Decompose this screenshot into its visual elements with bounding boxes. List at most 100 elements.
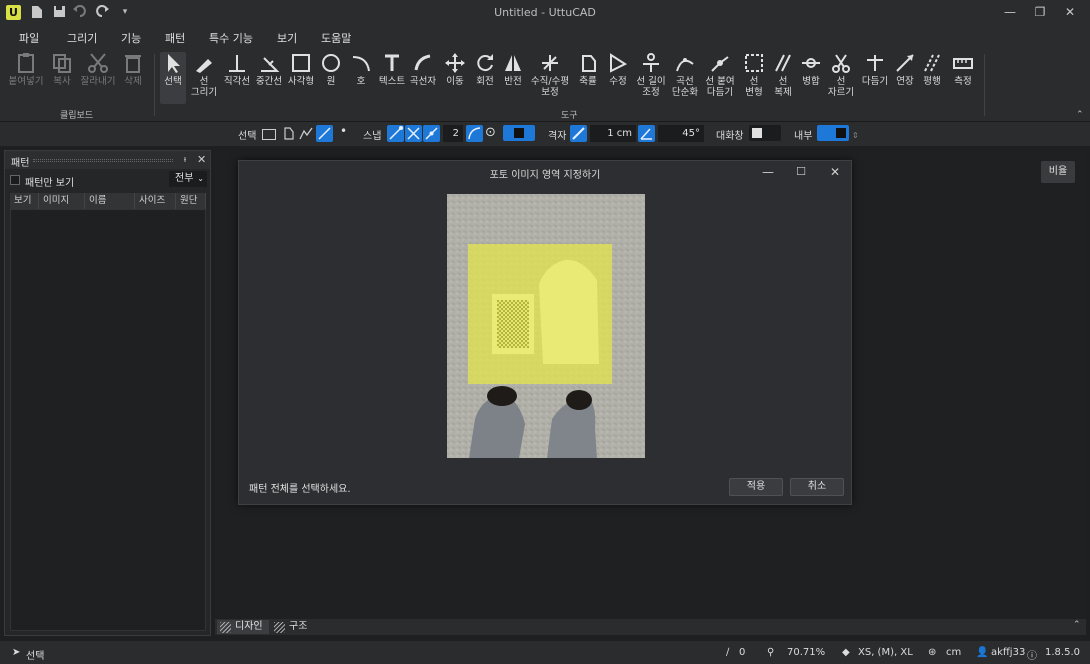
tool-parallel-button[interactable]: 평행 <box>920 52 944 87</box>
size-icon: ◆ <box>842 647 850 658</box>
tabs-collapse-icon[interactable]: ⌃ <box>1073 620 1081 630</box>
copy-button[interactable]: 복사 <box>48 52 76 87</box>
tool-curve-ruler-button[interactable]: 곡선자 <box>408 52 438 87</box>
image-select-icon[interactable] <box>262 129 276 140</box>
grid-size-field[interactable]: 1 cm <box>590 125 636 142</box>
tool-label: 텍스트 <box>378 76 406 87</box>
apply-button[interactable]: 적용 <box>729 478 783 496</box>
column-image[interactable]: 이미지 <box>39 193 85 209</box>
tool-right-angle-button[interactable]: 직각선 <box>222 52 252 87</box>
merge-icon <box>802 58 820 68</box>
menu-draw[interactable]: 그리기 <box>67 30 98 50</box>
tool-line-copy-button[interactable]: 선 복제 <box>770 52 796 98</box>
grid-toggle[interactable] <box>570 125 587 142</box>
cut-button[interactable]: 잘라내기 <box>78 52 118 87</box>
tool-line-cut-button[interactable]: 선 자르기 <box>826 52 856 98</box>
zoom-level[interactable]: 70.71% <box>787 647 825 658</box>
tool-scale-button[interactable]: 축률 <box>575 52 601 87</box>
tool-line-transform-button[interactable]: 선 변형 <box>740 52 768 98</box>
cursor-icon: ➤ <box>12 647 21 658</box>
tool-move-button[interactable]: 이동 <box>442 52 468 87</box>
menu-function[interactable]: 기능 <box>121 30 141 46</box>
size-list[interactable]: XS, (M), XL <box>858 647 913 658</box>
column-fabric[interactable]: 원단 <box>176 193 206 209</box>
dialog-minimize-icon[interactable]: — <box>755 163 781 181</box>
column-view[interactable]: 보기 <box>10 193 39 209</box>
tool-merge-button[interactable]: 병합 <box>800 52 822 87</box>
zoom-icon: ⚲ <box>767 647 775 658</box>
photo-preview[interactable] <box>447 194 645 458</box>
tool-midline-button[interactable]: 중간선 <box>254 52 284 87</box>
angle-field[interactable]: 45° <box>658 125 704 142</box>
tool-measure-button[interactable]: 측정 <box>950 52 976 87</box>
inner-label: 내부 <box>794 131 813 142</box>
column-size[interactable]: 사이즈 <box>135 193 176 209</box>
delete-button[interactable]: 삭제 <box>120 52 146 87</box>
column-name[interactable]: 이름 <box>85 193 135 209</box>
tool-label-line2: 단순화 <box>671 87 699 98</box>
tool-rectangle-button[interactable]: 사각형 <box>286 52 316 87</box>
close-icon[interactable]: ✕ <box>1058 3 1082 21</box>
snap-endpoint-toggle[interactable] <box>387 125 404 142</box>
snap-center-icon[interactable]: ⊙ <box>485 125 496 140</box>
tool-label-line2: 보정 <box>541 87 559 98</box>
panel-close-icon[interactable]: ✕ <box>197 153 206 166</box>
pattern-filter-select[interactable]: 전부 ⌄ <box>169 171 207 187</box>
ribbon-collapse-icon[interactable]: ⌃ <box>1076 110 1084 120</box>
tool-trim-button[interactable]: 다듬기 <box>860 52 890 87</box>
panel-grip[interactable] <box>33 159 173 162</box>
minimize-icon[interactable]: — <box>998 3 1022 21</box>
user-name[interactable]: akffj33 <box>991 647 1025 658</box>
tool-extend-button[interactable]: 연장 <box>893 52 917 87</box>
tool-label: 곡선자 <box>409 76 437 87</box>
pin-icon[interactable]: ᵼ <box>184 154 186 165</box>
dialog-close-icon[interactable]: ✕ <box>822 163 848 181</box>
tool-edit-button[interactable]: 수정 <box>606 52 630 87</box>
show-pattern-only-checkbox[interactable] <box>10 175 20 185</box>
pattern-list[interactable] <box>10 209 206 631</box>
dialog-maximize-icon[interactable]: ☐ <box>788 163 814 181</box>
tool-line-join-button[interactable]: 선 붙여 다듬기 <box>704 52 736 98</box>
tool-text-button[interactable]: 텍스트 <box>377 52 407 87</box>
tool-arc-button[interactable]: 호 <box>349 52 373 87</box>
snap-count-field[interactable]: 2 <box>443 125 463 142</box>
tool-curve-simplify-button[interactable]: 곡선 단순화 <box>669 52 701 98</box>
polyline-select-icon[interactable] <box>299 127 313 143</box>
menu-help[interactable]: 도움말 <box>321 30 351 46</box>
angle-toggle[interactable] <box>638 125 655 142</box>
menu-special[interactable]: 특수 기능 <box>209 30 253 46</box>
tab-design[interactable]: 디자인 <box>217 620 269 634</box>
snap-intersection-toggle[interactable] <box>405 125 422 142</box>
show-pattern-only-label: 패턴만 보기 <box>25 178 75 189</box>
snap-toggle[interactable] <box>503 125 535 141</box>
ratio-button[interactable]: 비율 <box>1041 161 1075 183</box>
point-select-icon[interactable]: • <box>340 124 347 138</box>
unit-value[interactable]: cm <box>946 647 961 658</box>
shape-select-icon[interactable] <box>283 127 294 143</box>
dialog-toggle[interactable] <box>749 125 781 141</box>
snap-curve-toggle[interactable] <box>466 125 483 142</box>
panel-header: 패턴 ᵼ ✕ <box>5 151 210 169</box>
options-expand-icon[interactable]: ⇕ <box>852 131 859 140</box>
tab-structure[interactable]: 구조 <box>271 620 315 634</box>
filter-value: 전부 <box>175 173 194 184</box>
paste-button[interactable]: 붙여넣기 <box>7 52 45 87</box>
inner-toggle[interactable] <box>817 125 849 141</box>
line-select-toggle[interactable] <box>316 125 333 142</box>
tool-mirror-button[interactable]: 반전 <box>501 52 525 87</box>
tool-line-draw-button[interactable]: 선 그리기 <box>190 52 218 98</box>
tool-select-button[interactable]: 선택 <box>160 52 186 104</box>
restore-icon[interactable]: ❐ <box>1028 3 1052 21</box>
menu-view[interactable]: 보기 <box>277 30 297 46</box>
line-draw-icon <box>196 59 212 73</box>
cancel-button[interactable]: 취소 <box>790 478 844 496</box>
menu-pattern[interactable]: 패턴 <box>165 30 185 46</box>
tool-circle-button[interactable]: 원 <box>318 52 344 87</box>
tool-rotate-button[interactable]: 회전 <box>472 52 498 87</box>
tool-hv-correct-button[interactable]: 수직/수평 보정 <box>528 52 572 98</box>
tool-label-line2: 그리기 <box>190 87 218 98</box>
extend-icon <box>896 54 914 72</box>
snap-midpoint-toggle[interactable] <box>423 125 440 142</box>
tool-line-length-button[interactable]: 선 길이 조정 <box>634 52 668 98</box>
menu-file[interactable]: 파일 <box>19 30 39 46</box>
